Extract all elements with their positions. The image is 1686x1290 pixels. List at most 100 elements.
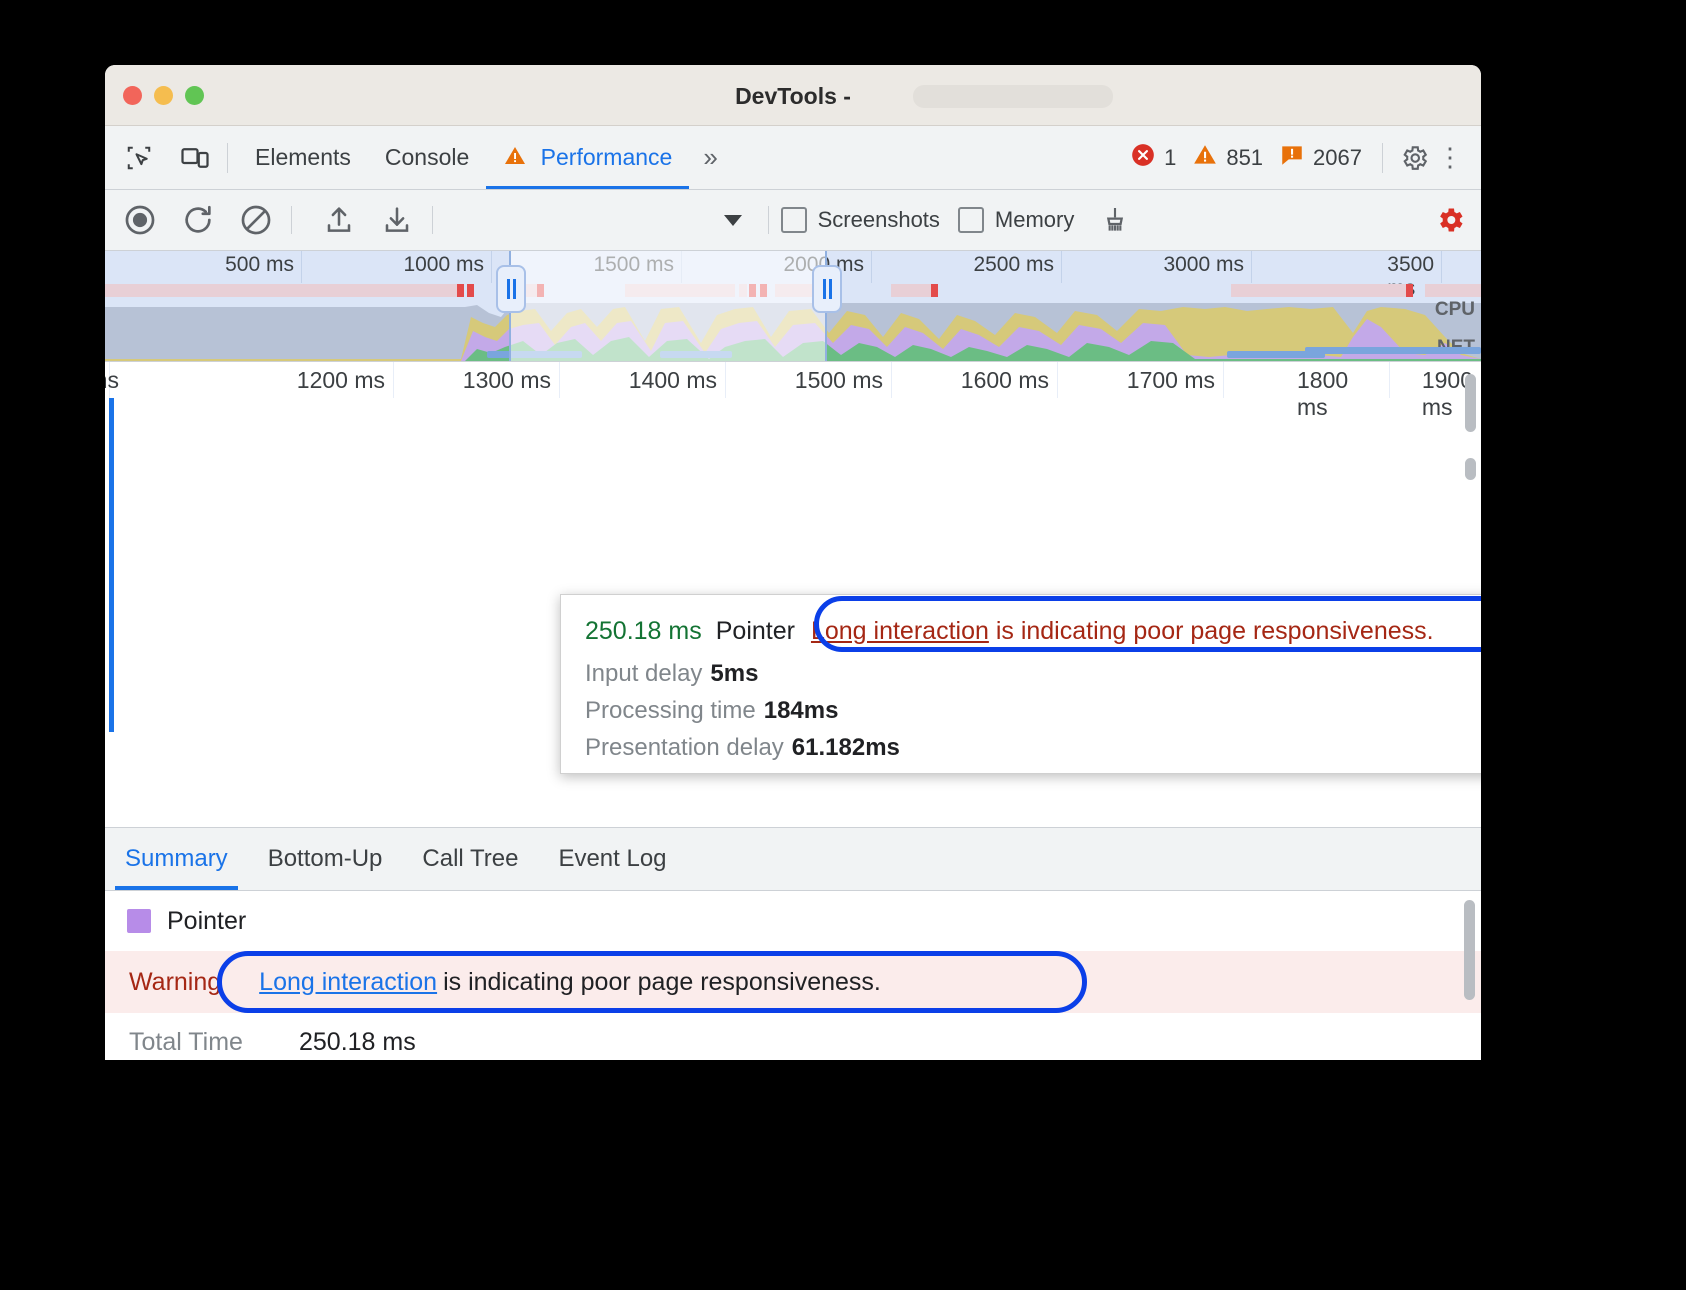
tab-bottom-up-label: Bottom-Up	[268, 845, 383, 872]
tab-performance-label: Performance	[541, 144, 673, 170]
tab-call-tree[interactable]: Call Tree	[402, 828, 538, 890]
load-profile-icon[interactable]	[316, 197, 362, 243]
more-tabs-label: »	[703, 142, 713, 172]
record-button[interactable]	[117, 197, 163, 243]
tooltip-metric-key: Processing time	[585, 697, 756, 724]
timeline-overview[interactable]: 500 ms 1000 ms 1500 ms 2000 ms 2500 ms 3…	[105, 251, 1481, 361]
checkbox-box	[958, 207, 984, 233]
tooltip-metric-value: 61.182ms	[792, 734, 900, 761]
tab-call-tree-label: Call Tree	[422, 845, 518, 872]
error-counter[interactable]: 1	[1130, 142, 1186, 174]
counters-divider	[1382, 143, 1383, 173]
details-tab-strip: Summary Bottom-Up Call Tree Event Log	[105, 828, 1481, 891]
overview-tick: 3000 ms	[1163, 253, 1251, 277]
title-bar: DevTools -	[105, 65, 1481, 126]
error-count: 1	[1164, 145, 1176, 171]
warning-counter[interactable]: 851	[1192, 142, 1273, 174]
timeline-tick: 1200 ms	[297, 367, 393, 394]
summary-event-name: Pointer	[167, 907, 246, 936]
event-color-swatch	[127, 909, 151, 933]
info-message-icon	[1279, 142, 1305, 174]
tab-event-log-label: Event Log	[558, 845, 666, 872]
device-toolbar-icon[interactable]	[173, 136, 217, 180]
tab-console[interactable]: Console	[368, 126, 486, 189]
devtools-window: DevTools - Elements Console Performance …	[105, 65, 1481, 1060]
tab-console-label: Console	[385, 144, 469, 170]
tooltip-metric-value: 184ms	[764, 697, 839, 724]
more-tabs-icon[interactable]: »	[689, 142, 727, 173]
memory-checkbox[interactable]: Memory	[958, 207, 1074, 233]
warning-icon	[1192, 142, 1218, 174]
timeline-tick: 1600 ms	[961, 367, 1057, 394]
tooltip-metric-row: Presentation delay 61.182ms	[585, 734, 1481, 762]
toolbar-divider	[291, 206, 292, 234]
overview-window-handle-left[interactable]	[496, 265, 526, 313]
timeline-tick: 1300 ms	[463, 367, 559, 394]
tooltip-warning-highlight-ring	[814, 596, 1481, 652]
toolbar-divider	[227, 143, 228, 173]
clear-recording-button[interactable]	[233, 197, 279, 243]
timeline-tick: 1400 ms	[629, 367, 725, 394]
summary-total-time-key: Total Time	[129, 1028, 299, 1057]
details-panel: Summary Bottom-Up Call Tree Event Log Po…	[105, 827, 1481, 1060]
collect-garbage-icon[interactable]	[1092, 197, 1138, 243]
performance-toolbar: Screenshots Memory	[105, 190, 1481, 251]
tab-performance[interactable]: Performance	[486, 126, 689, 189]
warning-count: 851	[1226, 145, 1263, 171]
tooltip-metric-key: Presentation delay	[585, 734, 784, 761]
tooltip-duration: 250.18 ms	[585, 617, 702, 646]
tooltip-metric-row: Input delay5ms	[585, 660, 1481, 688]
tab-summary-label: Summary	[125, 845, 228, 872]
tracks-scrollbar-thumb[interactable]	[1465, 374, 1476, 432]
tab-bottom-up[interactable]: Bottom-Up	[248, 828, 403, 890]
more-options-icon[interactable]: ⋮	[1435, 142, 1465, 173]
window-title: DevTools -	[105, 83, 1481, 110]
summary-warning-label: Warning	[129, 968, 221, 997]
summary-total-time-row: Total Time 250.18 ms	[105, 1013, 1481, 1060]
summary-warning-highlight-ring	[217, 951, 1087, 1013]
overview-tick: 2500 ms	[973, 253, 1061, 277]
tab-summary[interactable]: Summary	[105, 828, 248, 890]
overview-tick: 1000 ms	[403, 253, 491, 277]
devtools-tab-strip: Elements Console Performance » 1 851	[105, 126, 1481, 190]
timeline-tick: ms	[105, 367, 127, 394]
summary-event-row: Pointer	[105, 891, 1481, 951]
checkbox-box	[781, 207, 807, 233]
overview-tick: 500 ms	[225, 253, 301, 277]
overview-cpu-label: CPU	[1435, 299, 1475, 321]
reload-and-record-button[interactable]	[175, 197, 221, 243]
settings-gear-icon[interactable]	[1393, 137, 1435, 179]
tracks-scrollbar-thumb-2[interactable]	[1465, 458, 1476, 480]
details-scrollbar-thumb[interactable]	[1464, 900, 1475, 1000]
info-counter[interactable]: 2067	[1279, 142, 1372, 174]
tab-elements[interactable]: Elements	[238, 126, 368, 189]
warning-triangle-icon	[503, 144, 533, 170]
tab-event-log[interactable]: Event Log	[538, 828, 686, 890]
capture-settings-gear-icon[interactable]	[1429, 199, 1471, 241]
inspect-element-icon[interactable]	[117, 136, 161, 180]
save-profile-icon[interactable]	[374, 197, 420, 243]
overview-window-dim-left	[509, 251, 825, 361]
tab-elements-label: Elements	[255, 144, 351, 170]
tooltip-event-name: Pointer	[716, 617, 795, 646]
toolbar-divider	[768, 206, 769, 234]
issue-counters: 1 851 2067 ⋮	[1124, 137, 1465, 179]
tooltip-metric-row: Processing time 184ms	[585, 697, 1481, 725]
memory-label: Memory	[995, 207, 1074, 233]
overview-window-handle-right[interactable]	[812, 265, 842, 313]
overview-net-request	[1305, 347, 1481, 354]
error-icon	[1130, 142, 1156, 174]
history-dropdown[interactable]	[451, 203, 750, 237]
selection-left-bar	[109, 398, 114, 732]
chevron-down-icon	[724, 215, 742, 226]
toolbar-divider	[432, 206, 433, 234]
info-count: 2067	[1313, 145, 1362, 171]
tooltip-metric-value: 5ms	[710, 660, 758, 687]
timeline-tick: 1800 ms	[1297, 367, 1389, 421]
screenshots-checkbox[interactable]: Screenshots	[781, 207, 940, 233]
summary-total-time-value: 250.18 ms	[299, 1028, 416, 1057]
timeline-ruler: ms 1200 ms 1300 ms 1400 ms 1500 ms 1600 …	[105, 362, 1481, 398]
timeline-tick: 1700 ms	[1127, 367, 1223, 394]
title-url-pill	[913, 85, 1113, 108]
timeline-tick: 1500 ms	[795, 367, 891, 394]
